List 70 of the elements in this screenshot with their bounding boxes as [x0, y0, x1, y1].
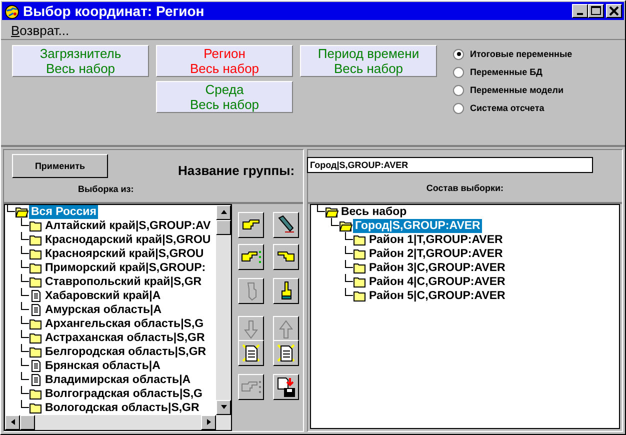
toolbar-button[interactable]: [273, 244, 299, 270]
tree-item[interactable]: Весь набор: [339, 204, 409, 219]
radio-label: Переменные модели: [470, 85, 564, 96]
coordinate-button[interactable]: Среда Весь набор: [156, 80, 293, 113]
radio-label: Итоговые переменные: [470, 49, 572, 60]
group-name-field[interactable]: Город|S,GROUP:AVER: [307, 156, 593, 173]
maximize-button[interactable]: [588, 4, 604, 18]
globe-icon: [4, 3, 20, 20]
radio-button[interactable]: [453, 84, 464, 96]
tree-item[interactable]: Вологодская область|S,GR: [43, 400, 202, 415]
document-icon: [29, 304, 43, 316]
tree-item[interactable]: Вся Россия: [29, 204, 98, 219]
scroll-thumb[interactable]: [216, 220, 231, 235]
toolbar-button[interactable]: [238, 340, 264, 366]
tree-item[interactable]: Краснодарский край|S,GROU: [43, 232, 213, 247]
tree-item[interactable]: Алтайский край|S,GROUP:AV: [43, 218, 213, 233]
toolbar-button[interactable]: [273, 340, 299, 366]
radio-button[interactable]: [453, 48, 464, 60]
scroll-thumb[interactable]: [20, 414, 35, 430]
toolbar-button[interactable]: [273, 212, 299, 238]
window-title: Выбор координат: Регион: [23, 3, 206, 20]
toolbar-button[interactable]: [273, 278, 299, 304]
tree-item[interactable]: Район 4|C,GROUP:AVER: [367, 274, 508, 289]
tree-item[interactable]: Район 2|T,GROUP:AVER: [367, 246, 505, 261]
apply-button[interactable]: Применить: [12, 154, 108, 178]
radio-button[interactable]: [453, 66, 464, 78]
document-icon: [240, 342, 262, 364]
document-icon: [29, 290, 43, 302]
tree-item[interactable]: Район 1|T,GROUP:AVER: [367, 232, 505, 247]
tree-item[interactable]: Архангельская область|S,G: [43, 316, 206, 331]
minimize-icon: [577, 13, 583, 16]
radio-button[interactable]: [453, 102, 464, 114]
tree-item[interactable]: Хабаровский край|A: [43, 288, 163, 303]
tree-item[interactable]: Владимирская область|A: [43, 372, 193, 387]
save-icon: [275, 376, 297, 398]
result-label: Состав выборки:: [426, 182, 504, 193]
document-icon: [275, 342, 297, 364]
radio-label: Система отсчета: [470, 103, 544, 114]
maximize-icon: [591, 6, 601, 16]
tree-item[interactable]: Брянская область|A: [43, 358, 162, 373]
coordinate-button[interactable]: Загрязнитель Весь набор: [12, 44, 149, 77]
document-icon: [29, 374, 43, 386]
toolbar-button[interactable]: [238, 244, 264, 270]
toolbar-button[interactable]: [238, 212, 264, 238]
tree-item[interactable]: Волгоградская область|S,G: [43, 386, 204, 401]
scroll-up-icon: [220, 208, 228, 216]
menu-item[interactable]: Возврат...: [11, 22, 70, 38]
source-label: Выборка из:: [78, 184, 134, 194]
tree-item[interactable]: Красноярский край|S,GROU: [43, 246, 206, 261]
radio-label: Переменные БД: [470, 67, 542, 78]
tree-item[interactable]: Город|S,GROUP:AVER: [353, 218, 482, 233]
close-icon: [609, 6, 619, 16]
close-button[interactable]: [606, 4, 622, 18]
tree-item[interactable]: Район 3|C,GROUP:AVER: [367, 260, 508, 275]
tree-item[interactable]: Белгородская область|S,GR: [43, 344, 208, 359]
tree-item[interactable]: Амурская область|A: [43, 302, 164, 317]
toolbar-button[interactable]: [273, 374, 299, 400]
scroll-right-icon: [204, 418, 212, 426]
tree-item[interactable]: Приморский край|S,GROUP:: [43, 260, 208, 275]
scroll-left-icon: [8, 418, 16, 426]
tree-item[interactable]: Район 5|C,GROUP:AVER: [367, 288, 508, 303]
document-icon: [29, 360, 43, 372]
tree-item[interactable]: Ставропольский край|S,GR: [43, 274, 204, 289]
horizontal-scrollbar[interactable]: [5, 414, 231, 430]
scroll-down-icon: [220, 403, 228, 412]
group-name-label: Название группы:: [178, 162, 295, 178]
minimize-button[interactable]: [572, 4, 588, 18]
vertical-scrollbar[interactable]: [216, 204, 231, 415]
coordinate-button[interactable]: Период времени Весь набор: [300, 44, 437, 77]
tree-item[interactable]: Астраханская область|S,GR: [43, 330, 207, 345]
